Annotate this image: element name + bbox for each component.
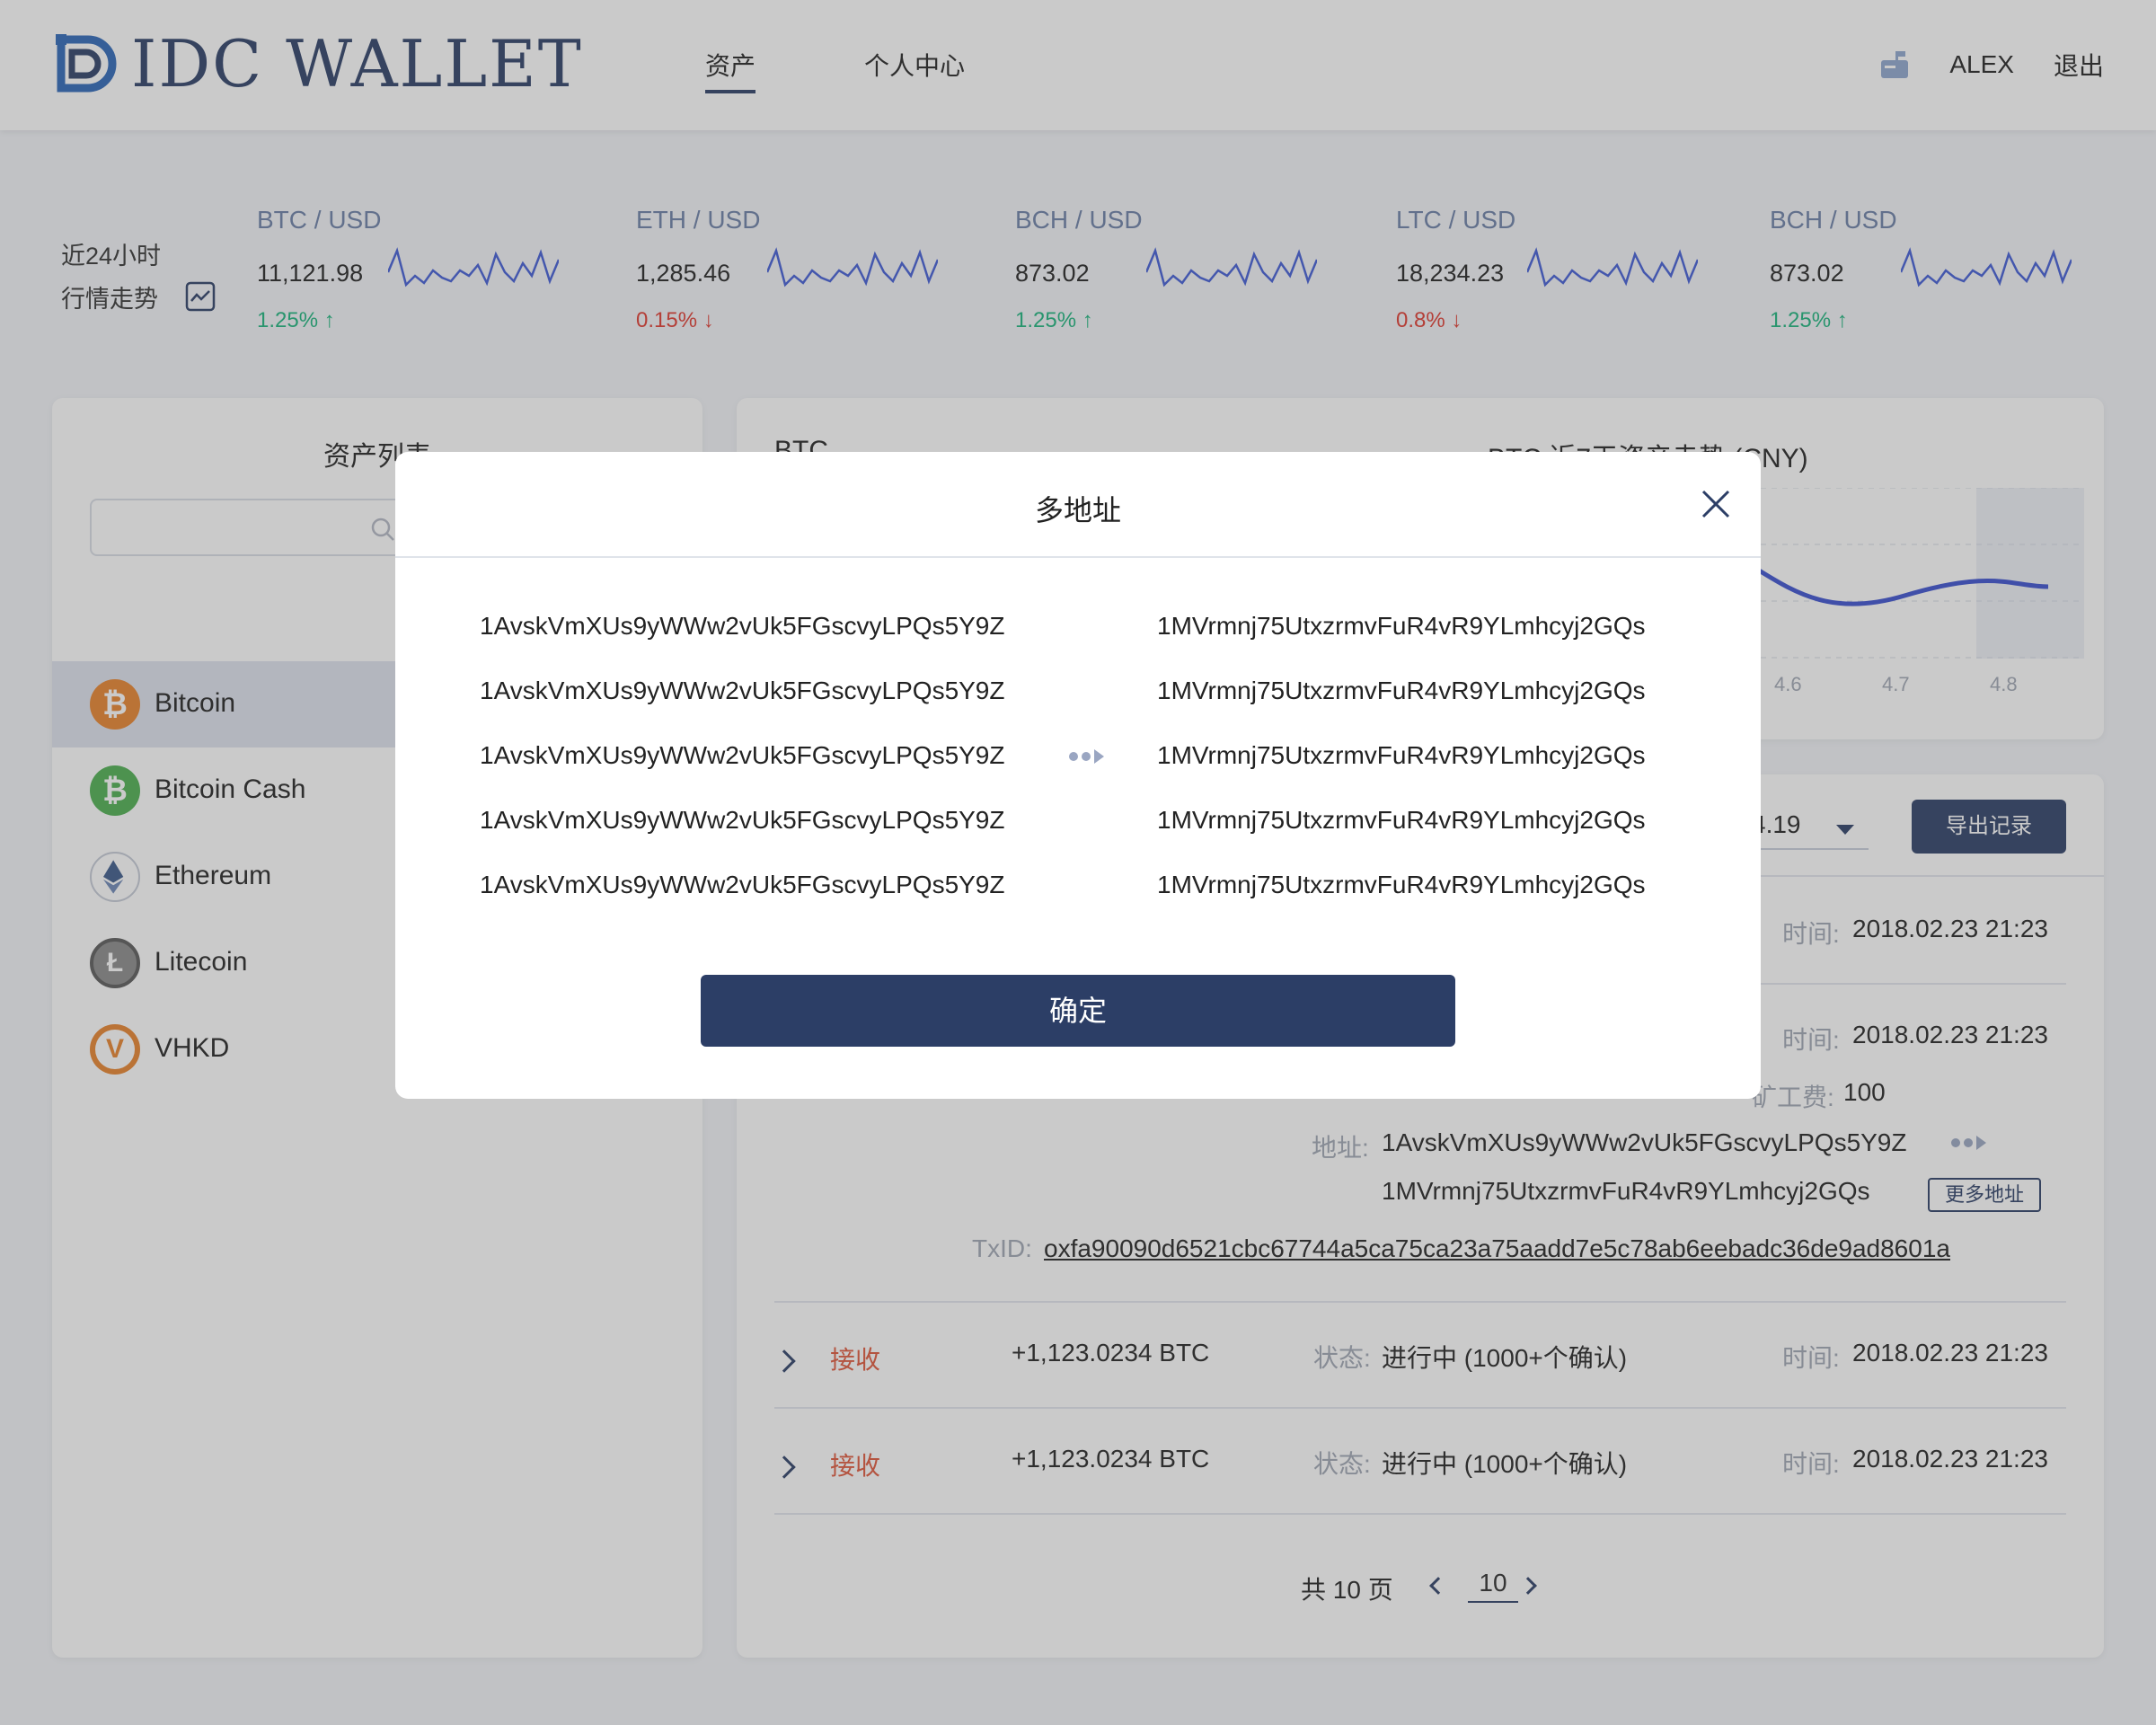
from-address: 1AvskVmXUs9yWWw2vUk5FGscvyLPQs5Y9Z xyxy=(480,871,1005,898)
to-address: 1MVrmnj75UtxzrmvFuR4vR9YLmhcyj2GQs xyxy=(1157,806,1646,834)
close-icon[interactable] xyxy=(1700,488,1732,520)
from-address: 1AvskVmXUs9yWWw2vUk5FGscvyLPQs5Y9Z xyxy=(480,677,1005,704)
from-address: 1AvskVmXUs9yWWw2vUk5FGscvyLPQs5Y9Z xyxy=(480,612,1005,640)
modal-title: 多地址 xyxy=(1034,494,1121,526)
modal-divider xyxy=(395,556,1761,558)
confirm-button[interactable]: 确定 xyxy=(701,975,1455,1047)
to-address: 1MVrmnj75UtxzrmvFuR4vR9YLmhcyj2GQs xyxy=(1157,677,1646,704)
arrow-dots-icon xyxy=(1069,749,1104,764)
to-address: 1MVrmnj75UtxzrmvFuR4vR9YLmhcyj2GQs xyxy=(1157,871,1646,898)
to-address: 1MVrmnj75UtxzrmvFuR4vR9YLmhcyj2GQs xyxy=(1157,741,1646,769)
from-address: 1AvskVmXUs9yWWw2vUk5FGscvyLPQs5Y9Z xyxy=(480,806,1005,834)
to-address: 1MVrmnj75UtxzrmvFuR4vR9YLmhcyj2GQs xyxy=(1157,612,1646,640)
multi-address-modal: 多地址 1AvskVmXUs9yWWw2vUk5FGscvyLPQs5Y9Z 1… xyxy=(395,452,1761,1099)
from-address: 1AvskVmXUs9yWWw2vUk5FGscvyLPQs5Y9Z xyxy=(480,741,1005,769)
